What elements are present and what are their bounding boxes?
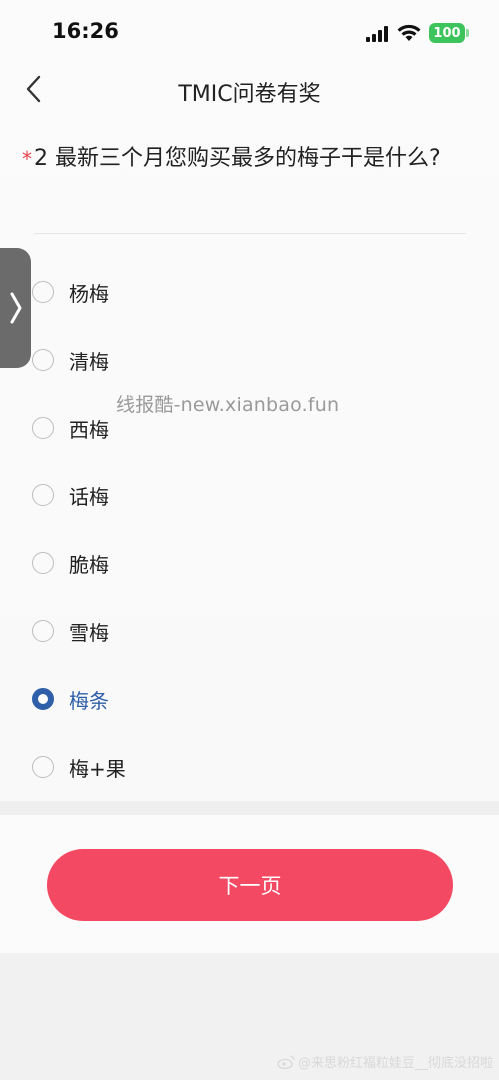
- radio-button[interactable]: [32, 756, 54, 778]
- option-item[interactable]: 雪梅: [32, 611, 462, 651]
- option-label: 话梅: [69, 484, 109, 509]
- option-label: 西梅: [69, 417, 109, 442]
- option-item[interactable]: 杨梅: [32, 272, 462, 312]
- side-expand-tab[interactable]: [0, 248, 31, 368]
- battery-cap: [466, 29, 469, 37]
- option-label: 梅+果: [69, 756, 126, 781]
- bottom-watermark: @来思粉红福粒娃豆__彻底没招啦: [277, 1052, 493, 1071]
- option-label: 脆梅: [69, 552, 109, 577]
- nav-bar: TMIC问卷有奖: [0, 62, 499, 118]
- chevron-right-icon: [10, 292, 21, 324]
- option-item[interactable]: 梅条: [32, 679, 462, 719]
- radio-button[interactable]: [32, 620, 54, 642]
- question-text: 2 最新三个月您购买最多的梅子干是什么?: [34, 146, 441, 171]
- status-time: 16:26: [52, 19, 119, 43]
- watermark-text: 线报酷-new.xianbao.fun: [116, 394, 340, 416]
- option-item[interactable]: 脆梅: [32, 543, 462, 583]
- option-label: 雪梅: [69, 620, 109, 645]
- status-bar: 16:26 100: [0, 0, 499, 62]
- question-title: *2 最新三个月您购买最多的梅子干是什么?: [22, 142, 462, 176]
- page-title: TMIC问卷有奖: [178, 82, 321, 107]
- radio-button[interactable]: [32, 417, 54, 439]
- radio-button[interactable]: [32, 281, 54, 303]
- wifi-icon: [397, 24, 421, 41]
- weibo-icon: [277, 1054, 295, 1069]
- radio-button[interactable]: [32, 349, 54, 371]
- battery-level: 100: [433, 25, 461, 41]
- radio-button[interactable]: [32, 688, 54, 710]
- cellular-signal-icon: [366, 26, 388, 42]
- section-gap: [0, 801, 499, 815]
- bottom-watermark-text: @来思粉红福粒娃豆__彻底没招啦: [297, 1056, 493, 1071]
- option-label: 杨梅: [69, 281, 109, 306]
- option-item[interactable]: 话梅: [32, 475, 462, 515]
- option-label: 梅条: [69, 688, 109, 713]
- next-page-button[interactable]: 下一页: [47, 849, 453, 921]
- battery-indicator: 100: [429, 23, 465, 43]
- option-item[interactable]: 梅+果: [32, 747, 462, 787]
- option-item[interactable]: 清梅: [32, 340, 462, 380]
- radio-button[interactable]: [32, 552, 54, 574]
- survey-screen: 16:26 100 TMIC问卷有奖 *2 最新三个月您购买最多的梅子干是什么?: [0, 0, 499, 1080]
- option-label: 清梅: [69, 349, 109, 374]
- radio-button[interactable]: [32, 484, 54, 506]
- divider: [34, 233, 466, 234]
- required-mark: *: [22, 147, 32, 171]
